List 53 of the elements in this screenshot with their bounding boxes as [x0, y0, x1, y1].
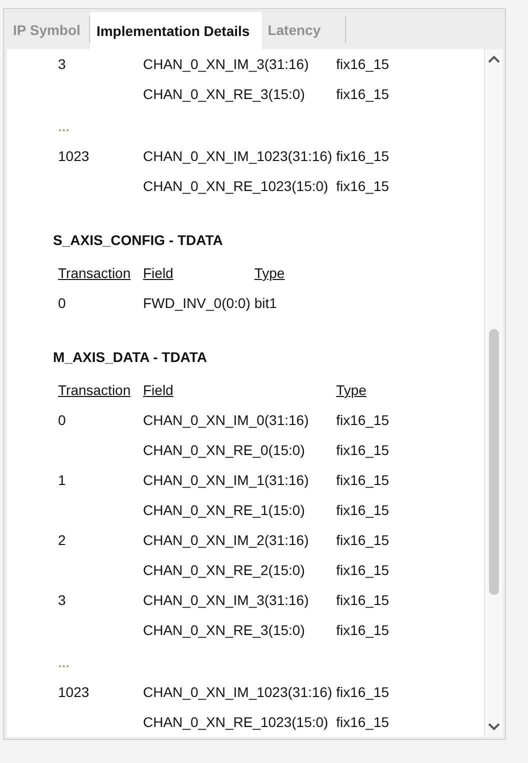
table-cell: 0 [58, 412, 66, 428]
table-cell: CHAN_0_XN_RE_3(15:0) [143, 622, 305, 638]
column-header: Transaction [58, 382, 131, 398]
table-cell: bit1 [254, 295, 277, 311]
table-cell: CHAN_0_XN_IM_3(31:16) [143, 56, 309, 72]
table-cell: 1023 [58, 684, 90, 700]
table-cell: fix16_15 [336, 412, 390, 428]
table-cell: CHAN_0_XN_RE_1023(15:0) [143, 714, 328, 730]
section-heading: M_AXIS_DATA - TDATA [53, 348, 208, 367]
table-cell: CHAN_0_XN_IM_1023(31:16) [143, 684, 332, 700]
ellipsis-text: ... [58, 118, 70, 134]
table-cell: fix16_15 [336, 622, 390, 638]
table-cell: CHAN_0_XN_IM_3(31:16) [143, 592, 309, 608]
table-cell: 3 [58, 592, 66, 608]
section-heading: S_AXIS_CONFIG - TDATA [53, 231, 224, 250]
table-cell: CHAN_0_XN_RE_0(15:0) [143, 442, 305, 458]
table-cell: fix16_15 [336, 442, 390, 458]
column-header: Type [254, 265, 285, 281]
scroll-up-icon[interactable] [488, 55, 500, 63]
tab[interactable]: Implementation Details [90, 12, 262, 49]
table-cell: CHAN_0_XN_RE_3(15:0) [143, 86, 305, 102]
table-cell: 0 [58, 295, 66, 311]
table-cell: CHAN_0_XN_IM_1023(31:16) [143, 148, 332, 164]
table-cell: CHAN_0_XN_RE_2(15:0) [143, 562, 305, 578]
table-cell: fix16_15 [336, 86, 390, 102]
table-cell: fix16_15 [336, 684, 390, 700]
table-cell: CHAN_0_XN_RE_1(15:0) [143, 502, 305, 518]
table-cell: fix16_15 [336, 502, 390, 518]
table-cell: CHAN_0_XN_IM_1(31:16) [143, 472, 309, 488]
column-header: Type [336, 382, 366, 398]
table-cell: 1 [58, 472, 66, 488]
table-cell: fix16_15 [336, 148, 390, 164]
column-header: Field [143, 265, 174, 281]
table-cell: fix16_15 [336, 592, 390, 608]
table-cell: 2 [58, 532, 66, 548]
column-header: Transaction [58, 265, 131, 281]
table-cell: fix16_15 [336, 532, 390, 548]
table-cell: CHAN_0_XN_IM_0(31:16) [143, 412, 309, 428]
table-cell: FWD_INV_0(0:0) [143, 295, 250, 311]
table-cell: CHAN_0_XN_RE_1023(15:0) [143, 178, 328, 194]
table-cell: fix16_15 [336, 562, 390, 578]
table-cell: fix16_15 [336, 56, 390, 72]
scroll-down-icon[interactable] [488, 723, 500, 731]
table-cell: 3 [58, 56, 66, 72]
scrollbar-thumb[interactable] [489, 329, 499, 595]
table-cell: fix16_15 [336, 178, 390, 194]
table-cell: CHAN_0_XN_IM_2(31:16) [143, 532, 309, 548]
column-header: Field [143, 382, 174, 398]
scrollbar[interactable] [484, 49, 503, 737]
table-cell: fix16_15 [336, 714, 390, 730]
ellipsis-text: ... [58, 654, 70, 670]
table-cell: fix16_15 [336, 472, 390, 488]
table-cell: 1023 [58, 148, 90, 164]
